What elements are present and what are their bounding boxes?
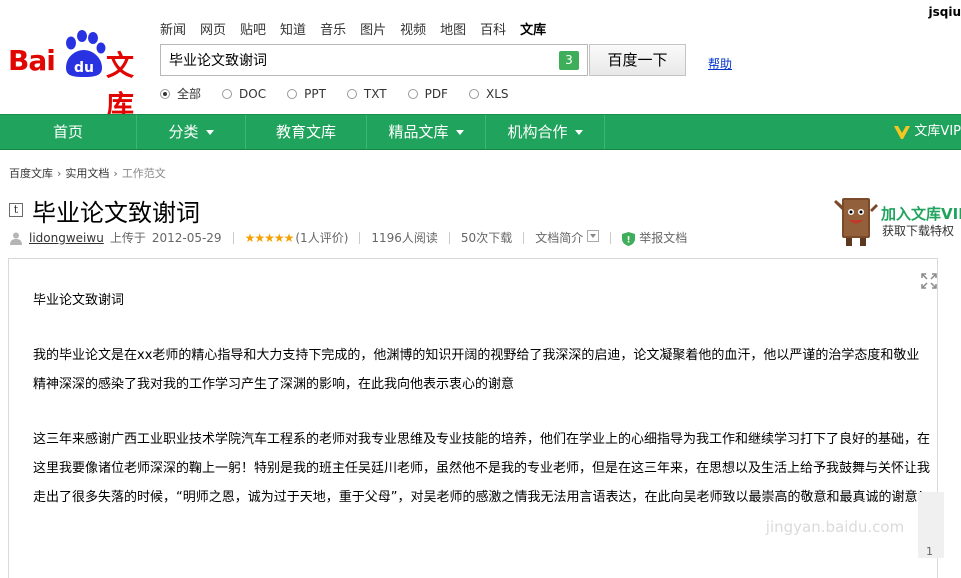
upload-date: 2012-05-29 (151, 230, 222, 245)
radio-icon[interactable] (468, 88, 479, 99)
breadcrumb-current[interactable]: 工作范文 (122, 165, 166, 181)
top-nav-video[interactable]: 视频 (400, 19, 426, 38)
result-count-badge: 3 (559, 51, 579, 70)
vip-crown-icon (894, 125, 911, 139)
logo-text-bai: Bai (8, 44, 56, 77)
top-nav: 新闻 网页 贴吧 知道 音乐 图片 视频 地图 百科 文库 (160, 19, 560, 38)
vip-link[interactable]: 文库VIP (893, 115, 961, 149)
search-button[interactable]: 百度一下 (589, 44, 686, 76)
read-count: 1196人阅读 (371, 231, 438, 245)
dropdown-caret-icon (455, 130, 464, 135)
top-nav-wenku[interactable]: 文库 (520, 19, 546, 38)
main-nav-education[interactable]: 教育文库 (246, 115, 366, 149)
radio-icon[interactable] (287, 88, 298, 99)
rating-count: (1人评价) (295, 231, 349, 245)
user-name[interactable]: jsqiu (928, 5, 961, 19)
watermark-text: jingyan.baidu.com (765, 518, 904, 536)
top-nav-tieba[interactable]: 贴吧 (240, 19, 266, 38)
radio-icon[interactable] (407, 88, 418, 99)
file-type-filter: 全部 DOC PPT TXT PDF XLS (160, 85, 530, 102)
breadcrumb-wenku[interactable]: 百度文库 (9, 165, 53, 181)
top-nav-baike[interactable]: 百科 (480, 19, 506, 38)
chevron-down-icon (587, 230, 600, 242)
help-link[interactable]: 帮助 (708, 55, 732, 72)
breadcrumb: 百度文库 › 实用文档 › 工作范文 (9, 165, 166, 181)
baidu-wenku-logo[interactable]: Bai du 文库 (8, 30, 148, 122)
main-nav: 首页 分类 教育文库 精品文库 机构合作 文库VIP (0, 114, 961, 150)
vip-promo-subtitle: 获取下载特权 (882, 224, 955, 238)
filter-xls[interactable]: XLS (468, 85, 509, 102)
vip-label: 文库VIP (914, 124, 961, 139)
doc-meta: lidongweiwu 上传于 2012-05-29 ★★★★★ (1人评价) … (9, 229, 687, 246)
page-title: 毕业论文致谢词 (32, 199, 200, 227)
baidu-paw-logo-icon: du (66, 30, 106, 77)
top-nav-images[interactable]: 图片 (360, 19, 386, 38)
top-nav-map[interactable]: 地图 (440, 19, 466, 38)
fullscreen-expand-icon[interactable] (920, 272, 938, 290)
uploaded-label: 上传于 (109, 231, 146, 245)
top-nav-music[interactable]: 音乐 (320, 19, 346, 38)
radio-icon[interactable] (222, 88, 233, 99)
logo-text-du: du (74, 60, 94, 76)
top-nav-zhidao[interactable]: 知道 (280, 19, 306, 38)
summary-toggle[interactable]: 文档简介 (535, 229, 600, 246)
svg-text:!: ! (627, 235, 631, 245)
filter-all[interactable]: 全部 (160, 85, 201, 102)
filter-ppt[interactable]: PPT (287, 85, 326, 102)
vip-promo-title[interactable]: 加入文库VIP (881, 203, 961, 224)
doc-paragraph-title: 毕业论文致谢词 (33, 293, 125, 308)
top-nav-web[interactable]: 网页 (200, 19, 226, 38)
logo-text-wenku: 文库 (106, 49, 134, 122)
main-nav-institution[interactable]: 机构合作 (486, 115, 604, 149)
search-input[interactable] (169, 50, 549, 70)
author-link[interactable]: lidongweiwu (29, 231, 104, 245)
top-nav-news[interactable]: 新闻 (160, 19, 186, 38)
rating-stars: ★★★★★ (244, 230, 295, 245)
user-avatar-icon (10, 232, 22, 245)
txt-doc-type-icon: t (9, 203, 23, 217)
filter-txt[interactable]: TXT (346, 85, 387, 102)
watermark: jingyan.baidu.com (765, 518, 904, 536)
main-nav-premium[interactable]: 精品文库 (367, 115, 485, 149)
report-link[interactable]: ! 举报文档 (622, 229, 687, 246)
main-nav-home[interactable]: 首页 (0, 115, 136, 149)
dropdown-caret-icon (205, 130, 214, 135)
filter-pdf[interactable]: PDF (407, 85, 448, 102)
shield-icon: ! (622, 231, 636, 246)
download-count: 50次下载 (460, 231, 513, 245)
chevron-right-icon: › (113, 166, 118, 180)
chevron-right-icon: › (57, 166, 62, 180)
radio-checked-icon[interactable] (160, 88, 170, 99)
breadcrumb-practical[interactable]: 实用文档 (65, 165, 109, 181)
radio-icon[interactable] (346, 88, 357, 99)
vip-mascot-book-icon[interactable] (832, 190, 878, 248)
filter-doc[interactable]: DOC (222, 85, 266, 102)
main-nav-category[interactable]: 分类 (137, 115, 245, 149)
doc-paragraph: 我的毕业论文是在xx老师的精心指导和大力支持下完成的，他渊博的知识开阔的视野给了… (33, 348, 920, 392)
search-box: 3 (160, 44, 588, 76)
dropdown-caret-icon (574, 130, 583, 135)
page-number: 1 (926, 545, 933, 558)
